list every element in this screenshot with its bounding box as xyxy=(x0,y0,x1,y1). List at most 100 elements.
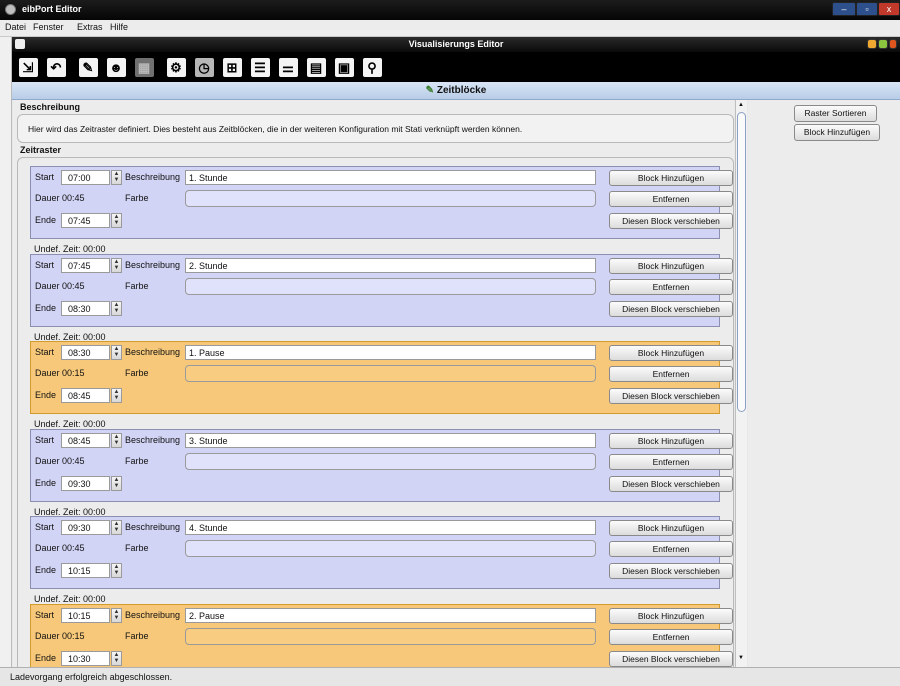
save-exit-button[interactable]: ⇲ xyxy=(16,55,40,79)
editor-title-bar: Visualisierungs Editor xyxy=(12,37,900,52)
beschreibung-input[interactable]: 1. Stunde xyxy=(185,170,596,185)
pencil-icon: ✎ xyxy=(78,57,98,77)
grid-button[interactable]: ▦ xyxy=(132,55,156,79)
entfernen-button[interactable]: Entfernen xyxy=(609,191,733,207)
end-time-spinner[interactable]: 10:15 ▲ ▼ xyxy=(61,563,122,578)
menu-datei[interactable]: Datei xyxy=(5,22,26,32)
time-block: Start 08:30 ▲ ▼ Beschreibung 1. Pause Block Hi… xyxy=(30,341,733,414)
farbe-color-picker[interactable] xyxy=(185,540,596,557)
menu-hilfe[interactable]: Hilfe xyxy=(110,22,128,32)
farbe-color-picker[interactable] xyxy=(185,627,596,645)
spinner-arrows-icon[interactable]: ▲ ▼ xyxy=(111,170,122,185)
document-button[interactable]: ▤ xyxy=(304,55,328,79)
spinner-arrows-icon[interactable]: ▲ ▼ xyxy=(111,345,122,360)
start-time-value: 08:30 xyxy=(68,348,91,358)
block-verschieben-button[interactable]: Diesen Block verschieben xyxy=(609,300,733,317)
block-verschieben-button[interactable]: Diesen Block verschieben xyxy=(609,563,733,579)
frame-minimize-icon[interactable] xyxy=(867,39,877,49)
sliders-button[interactable]: ⚌ xyxy=(276,55,300,79)
start-label: Start xyxy=(35,347,55,357)
block-verschieben-button[interactable]: Diesen Block verschieben xyxy=(609,475,733,492)
block-hinzufuegen-button[interactable]: Block Hinzufügen xyxy=(609,257,733,274)
menu-fenster[interactable]: Fenster xyxy=(33,22,64,32)
block-hinzufuegen-button[interactable]: Block Hinzufügen xyxy=(609,432,733,449)
window-title: eibPort Editor xyxy=(22,4,82,14)
frame-restore-icon[interactable] xyxy=(878,39,888,49)
beschreibung-input[interactable]: 2. Stunde xyxy=(185,257,596,273)
block-verschieben-button[interactable]: Diesen Block verschieben xyxy=(609,388,733,404)
dauer-value: Dauer 00:45 xyxy=(35,280,85,291)
minimize-icon[interactable]: – xyxy=(832,2,856,16)
spinner-arrows-icon[interactable]: ▲ ▼ xyxy=(111,213,122,228)
scroll-down-icon[interactable]: ▼ xyxy=(738,655,744,661)
start-time-spinner[interactable]: 07:00 ▲ ▼ xyxy=(61,170,122,185)
spinner-arrows-icon[interactable]: ▲ ▼ xyxy=(111,520,122,535)
scroll-up-icon[interactable]: ▲ xyxy=(738,102,744,108)
block-hinzufuegen-button[interactable]: Block Hinzufügen xyxy=(609,520,733,536)
block-hinzufuegen-button[interactable]: Block Hinzufügen xyxy=(609,345,733,361)
start-time-spinner[interactable]: 07:45 ▲ ▼ xyxy=(61,257,122,273)
beschreibung-input[interactable]: 4. Stunde xyxy=(185,520,596,535)
spinner-arrows-icon[interactable]: ▲ ▼ xyxy=(111,300,122,316)
beschreibung-input[interactable]: 1. Pause xyxy=(185,345,596,360)
panel-header: ✎ Zeitblöcke xyxy=(12,82,900,100)
beschreibung-value: 2. Pause xyxy=(189,610,225,621)
block-verschieben-button[interactable]: Diesen Block verschieben xyxy=(609,650,733,667)
entfernen-button[interactable]: Entfernen xyxy=(609,541,733,557)
end-time-spinner[interactable]: 07:45 ▲ ▼ xyxy=(61,213,122,228)
beschreibung-value: 1. Pause xyxy=(189,348,225,358)
entfernen-button[interactable]: Entfernen xyxy=(609,628,733,645)
start-time-spinner[interactable]: 09:30 ▲ ▼ xyxy=(61,520,122,535)
block-hinzufuegen-button[interactable]: Block Hinzufügen xyxy=(609,170,733,186)
farbe-label: Farbe xyxy=(125,280,149,291)
farbe-color-picker[interactable] xyxy=(185,452,596,470)
side-block-hinzufuegen-button[interactable]: Block Hinzufügen xyxy=(794,124,880,141)
spinner-arrows-icon[interactable]: ▲ ▼ xyxy=(111,388,122,403)
spinner-arrows-icon[interactable]: ▲ ▼ xyxy=(111,607,122,623)
spinner-arrows-icon[interactable]: ▲ ▼ xyxy=(111,563,122,578)
menu-extras[interactable]: Extras xyxy=(77,22,103,32)
entfernen-button[interactable]: Entfernen xyxy=(609,453,733,470)
entfernen-button[interactable]: Entfernen xyxy=(609,366,733,382)
vertical-scrollbar[interactable]: ▲ ▼ xyxy=(735,100,747,667)
settings-button[interactable]: ⚙ xyxy=(164,55,188,79)
block-hinzufuegen-button[interactable]: Block Hinzufügen xyxy=(609,607,733,624)
close-icon[interactable]: x xyxy=(878,2,900,16)
ende-label: Ende xyxy=(35,302,57,313)
spinner-arrows-icon[interactable]: ▲ ▼ xyxy=(111,650,122,666)
start-time-spinner[interactable]: 08:45 ▲ ▼ xyxy=(61,432,122,448)
frame-close-icon[interactable] xyxy=(889,39,897,49)
pencil-button[interactable]: ✎ xyxy=(76,55,100,79)
beschreibung-input[interactable]: 3. Stunde xyxy=(185,432,596,448)
beschreibung-input[interactable]: 2. Pause xyxy=(185,607,596,623)
calendar-button[interactable]: ▣ xyxy=(332,55,356,79)
end-time-spinner[interactable]: 10:30 ▲ ▼ xyxy=(61,650,122,666)
list-button[interactable]: ☰ xyxy=(248,55,272,79)
timer-button[interactable]: ◷ xyxy=(192,55,216,79)
spinner-arrows-icon[interactable]: ▲ ▼ xyxy=(111,257,122,273)
dauer-value: Dauer 00:45 xyxy=(35,455,85,466)
farbe-color-picker[interactable] xyxy=(185,190,596,207)
start-time-spinner[interactable]: 08:30 ▲ ▼ xyxy=(61,345,122,360)
spinner-arrows-icon[interactable]: ▲ ▼ xyxy=(111,475,122,491)
farbe-color-picker[interactable] xyxy=(185,277,596,295)
maximize-icon[interactable]: ▫ xyxy=(856,2,878,16)
end-time-spinner[interactable]: 08:30 ▲ ▼ xyxy=(61,300,122,316)
search-button[interactable]: ⚲ xyxy=(360,55,384,79)
users-button[interactable]: ☻ xyxy=(104,55,128,79)
end-time-spinner[interactable]: 09:30 ▲ ▼ xyxy=(61,475,122,491)
raster-sortieren-button[interactable]: Raster Sortieren xyxy=(794,105,877,122)
undo-button[interactable]: ↶ xyxy=(44,55,68,79)
end-time-spinner[interactable]: 08:45 ▲ ▼ xyxy=(61,388,122,403)
scrollbar-thumb[interactable] xyxy=(737,112,746,412)
spinner-arrows-icon[interactable]: ▲ ▼ xyxy=(111,432,122,448)
beschreibung-heading: Beschreibung xyxy=(20,102,81,112)
block-verschieben-button[interactable]: Diesen Block verschieben xyxy=(609,213,733,229)
farbe-color-picker[interactable] xyxy=(185,365,596,382)
tree-button[interactable]: ⊞ xyxy=(220,55,244,79)
tree-icon: ⊞ xyxy=(222,57,242,77)
start-time-spinner[interactable]: 10:15 ▲ ▼ xyxy=(61,607,122,623)
end-time-value: 10:15 xyxy=(68,566,91,576)
zeitbloecke-icon: ✎ xyxy=(425,85,437,96)
entfernen-button[interactable]: Entfernen xyxy=(609,278,733,295)
